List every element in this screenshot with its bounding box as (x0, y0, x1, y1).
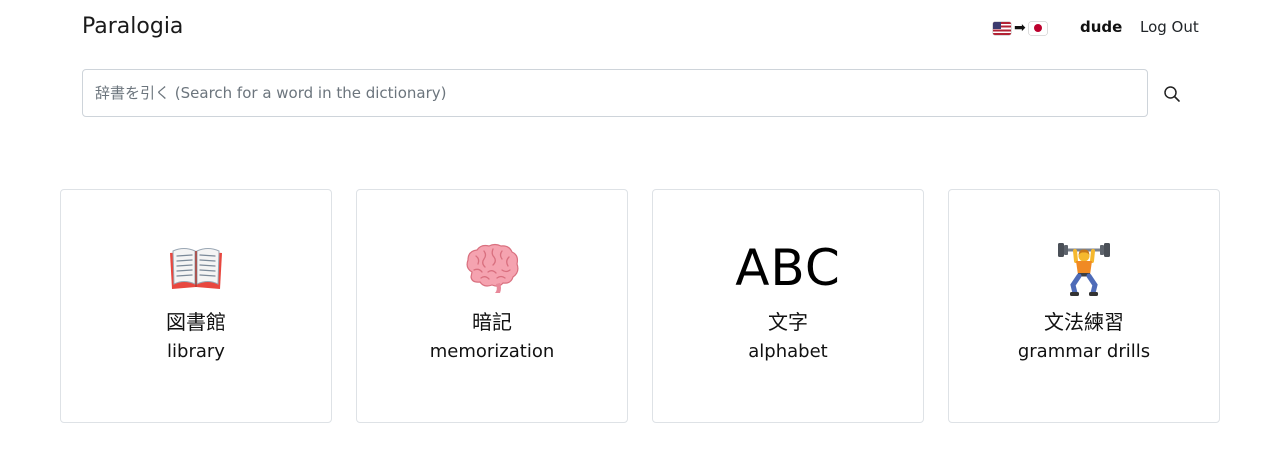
card-alphabet-en-title: alphabet (748, 341, 828, 362)
card-alphabet-jp-title: 文字 (768, 310, 808, 334)
weightlifter-icon (949, 238, 1219, 298)
us-flag-icon (993, 21, 1011, 35)
card-grammar-drills-jp-title: 文法練習 (1044, 310, 1124, 334)
card-alphabet[interactable]: ABC 文字 alphabet (652, 189, 924, 423)
top-navbar: Paralogia ➡ dude Log Out (0, 0, 1280, 60)
search-button[interactable] (1160, 82, 1184, 106)
card-grammar-drills-en-title: grammar drills (1017, 341, 1151, 362)
logout-link[interactable]: Log Out (1140, 18, 1199, 36)
abc-text-icon: ABC (653, 238, 923, 298)
card-library-en-title: library (167, 341, 225, 362)
language-pair-switch[interactable]: ➡ (993, 18, 1047, 38)
open-book-icon (61, 238, 331, 298)
search-icon (1164, 86, 1180, 102)
card-memorization-en-title: memorization (429, 341, 555, 362)
username-label[interactable]: dude (1080, 18, 1122, 36)
card-memorization[interactable]: 暗記 memorization (356, 189, 628, 423)
card-memorization-jp-title: 暗記 (472, 310, 512, 334)
card-library-jp-title: 図書館 (166, 310, 226, 334)
japan-flag-icon (1028, 21, 1047, 35)
dictionary-search-input[interactable] (82, 69, 1148, 117)
brain-icon (357, 238, 627, 298)
abc-text: ABC (735, 239, 841, 297)
card-library[interactable]: 図書館 library (60, 189, 332, 423)
brand-logo[interactable]: Paralogia (82, 14, 183, 39)
arrow-right-icon: ➡ (1014, 20, 1026, 36)
card-grammar-drills[interactable]: 文法練習 grammar drills (948, 189, 1220, 423)
feature-cards: 図書館 library 暗記 memorization ABC 文字 alpha… (60, 189, 1220, 423)
